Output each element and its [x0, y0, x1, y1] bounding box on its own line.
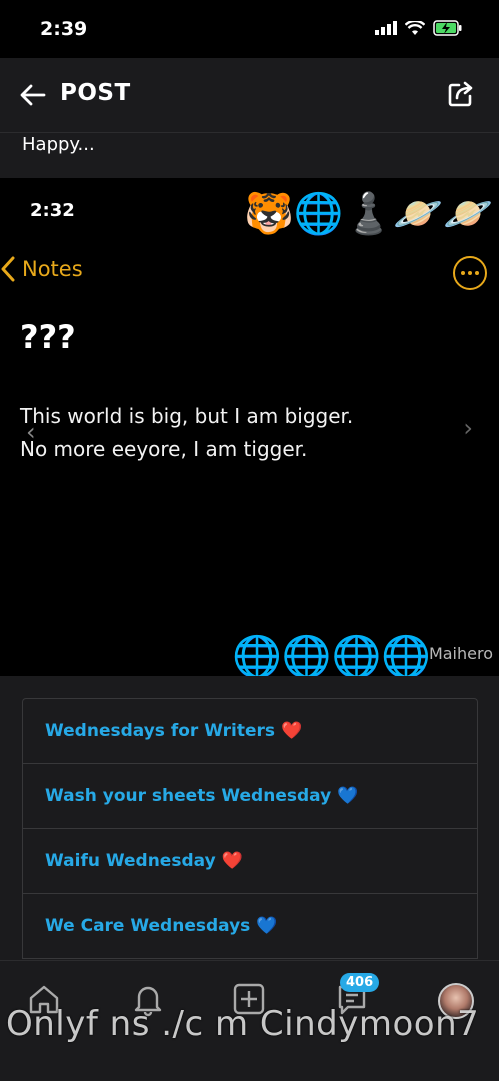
status-time: 2:39 — [40, 18, 88, 40]
tag-item[interactable]: Wednesdays for Writers ❤️ — [23, 699, 477, 764]
status-icons — [375, 20, 463, 36]
share-icon[interactable] — [445, 78, 477, 110]
note-body: This world is big, but I am bigger. No m… — [20, 400, 353, 466]
note-line: This world is big, but I am bigger. — [20, 404, 354, 428]
signal-icon — [375, 21, 397, 35]
back-arrow-icon[interactable] — [18, 80, 48, 110]
status-bar: 2:39 — [0, 0, 499, 58]
tag-item[interactable]: Wash your sheets Wednesday 💙 — [23, 764, 477, 829]
more-options-icon — [453, 256, 487, 290]
wifi-icon — [405, 20, 425, 35]
messages-count-badge: 406 — [340, 973, 380, 992]
notes-back-label: Notes — [22, 257, 83, 281]
chevron-left-icon — [1, 256, 15, 282]
post-image[interactable]: 2:32 🐯🌐♟️🪐🪐 Notes ??? This world is big,… — [0, 178, 499, 676]
overlay-watermark: Onlyf ns ./c m Cindymoon7 — [6, 1004, 480, 1044]
note-title: ??? — [20, 318, 76, 356]
notes-back-link: Notes — [0, 256, 83, 282]
battery-charging-icon — [433, 20, 462, 36]
post-text: Happy... — [22, 134, 95, 155]
tag-item[interactable]: We Care Wednesdays 💙 — [23, 894, 477, 959]
page-title: POST — [60, 80, 131, 106]
previous-image-chevron-icon[interactable]: ‹ — [26, 418, 36, 446]
next-image-chevron-icon[interactable]: › — [463, 414, 473, 442]
image-status-time: 2:32 — [30, 200, 75, 221]
tag-list: Wednesdays for Writers ❤️ Wash your shee… — [22, 698, 478, 959]
tag-item[interactable]: Waifu Wednesday ❤️ — [23, 829, 477, 894]
note-line: No more eeyore, I am tigger. — [20, 437, 308, 461]
image-watermark: Maihero — [428, 644, 493, 663]
image-bottom-emojis: 🌐🌐🌐🌐 — [232, 634, 432, 676]
image-status-emojis: 🐯🌐♟️🪐🪐 — [244, 191, 494, 237]
nav-bar: POST — [0, 58, 499, 133]
